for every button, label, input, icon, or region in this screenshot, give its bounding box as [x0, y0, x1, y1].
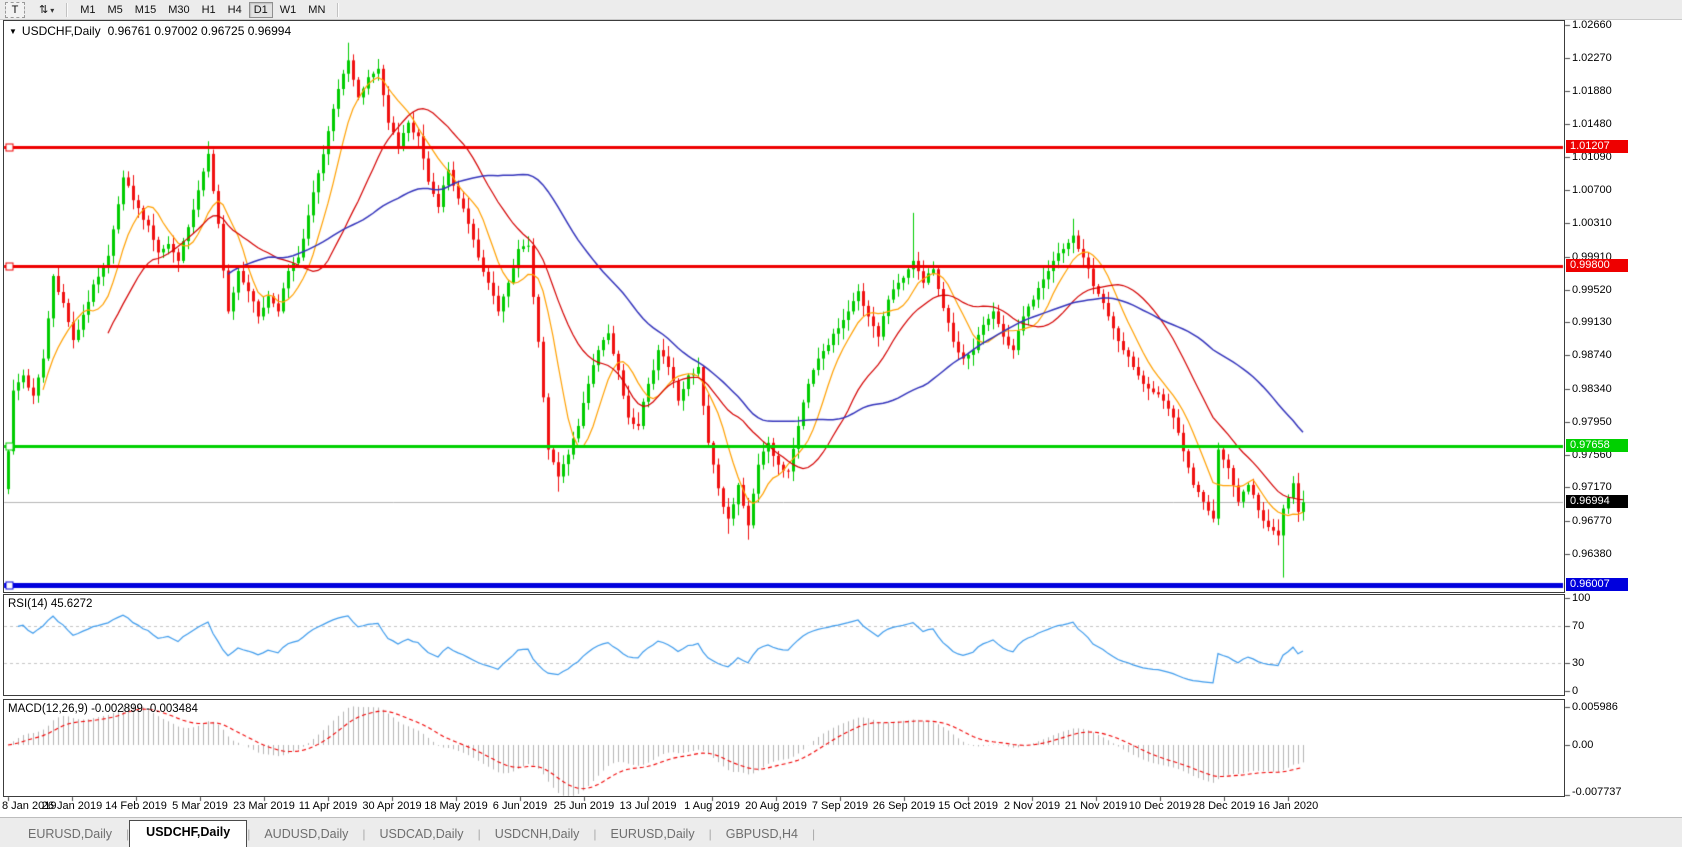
rsi-tick-label: 30: [1572, 657, 1584, 669]
current-price-badge: 0.96994: [1566, 495, 1628, 508]
price-level-badge: 1.01207: [1566, 140, 1628, 153]
price-tick-label: 0.96380: [1572, 548, 1612, 560]
macd-label: MACD(12,26,9) -0.002899 -0.003484: [8, 703, 198, 715]
price-tick-label: 1.02270: [1572, 52, 1612, 64]
macd-tick-label: 0.00: [1572, 739, 1593, 751]
date-tick-label: 14 Feb 2019: [105, 800, 167, 812]
chart-tab-5[interactable]: EURUSD,Daily: [597, 823, 709, 847]
chart-tab-4[interactable]: USDCNH,Daily: [481, 823, 594, 847]
date-tick-label: 6 Jun 2019: [493, 800, 547, 812]
price-level-badge: 0.99800: [1566, 259, 1628, 272]
chart-tab-2[interactable]: AUDUSD,Daily: [250, 823, 362, 847]
macd-tick-label: -0.007737: [1572, 786, 1622, 798]
chart-tab-3[interactable]: USDCAD,Daily: [366, 823, 478, 847]
price-level-badge: 0.97658: [1566, 439, 1628, 452]
date-tick-label: 10 Dec 2019: [1129, 800, 1191, 812]
terminal-window: T ⇅▾ M1M5M15M30H1H4D1W1MN ▼ USDCHF,Daily 0…: [0, 0, 1682, 847]
timeframe-button-w1[interactable]: W1: [275, 2, 302, 18]
text-tool-button[interactable]: T: [5, 2, 25, 18]
timeframe-button-h1[interactable]: H1: [197, 2, 221, 18]
timeframe-button-m5[interactable]: M5: [103, 2, 128, 18]
price-tick-label: 0.97170: [1572, 481, 1612, 493]
price-tick-label: 1.02660: [1572, 19, 1612, 31]
rsi-label: RSI(14) 45.6272: [8, 598, 92, 610]
date-tick-label: 13 Jul 2019: [620, 800, 677, 812]
date-tick-label: 16 Jan 2020: [1258, 800, 1319, 812]
price-tick-label: 1.01480: [1572, 118, 1612, 130]
chart-tab-1[interactable]: USDCHF,Daily: [129, 820, 247, 847]
timeframe-button-m30[interactable]: M30: [163, 2, 194, 18]
chart-ohlc-values: 0.96761 0.97002 0.96725 0.96994: [108, 24, 292, 38]
chart-tab-bar: EURUSD,Daily|USDCHF,Daily|AUDUSD,Daily|U…: [0, 817, 1682, 847]
price-level-badge: 0.96007: [1566, 578, 1628, 591]
chart-menu-icon[interactable]: ▼: [9, 27, 17, 36]
timeframe-button-m15[interactable]: M15: [130, 2, 161, 18]
sort-order-button[interactable]: ⇅▾: [34, 2, 59, 18]
date-tick-label: 11 Apr 2019: [299, 800, 358, 812]
chart-tab-0[interactable]: EURUSD,Daily: [14, 823, 126, 847]
updown-arrows-icon: ⇅: [39, 4, 48, 16]
date-tick-label: 2 Nov 2019: [1004, 800, 1060, 812]
date-tick-label: 21 Nov 2019: [1065, 800, 1127, 812]
chart-symbol-period: USDCHF,Daily: [22, 24, 101, 38]
price-tick-label: 1.00700: [1572, 184, 1612, 196]
date-tick-label: 23 Mar 2019: [233, 800, 295, 812]
toolbar: T ⇅▾ M1M5M15M30H1H4D1W1MN: [0, 0, 1682, 20]
date-tick-label: 15 Oct 2019: [938, 800, 998, 812]
chart-tab-6[interactable]: GBPUSD,H4: [712, 823, 812, 847]
chart-canvas[interactable]: [0, 0, 1682, 847]
chart-tabs: EURUSD,Daily|USDCHF,Daily|AUDUSD,Daily|U…: [14, 820, 815, 847]
date-tick-label: 20 Aug 2019: [745, 800, 807, 812]
price-tick-label: 0.97950: [1572, 416, 1612, 428]
price-tick-label: 0.99130: [1572, 316, 1612, 328]
price-tick-label: 0.98340: [1572, 383, 1612, 395]
date-tick-label: 26 Jan 2019: [42, 800, 103, 812]
rsi-tick-label: 0: [1572, 685, 1578, 697]
rsi-tick-label: 100: [1572, 592, 1590, 604]
timeframe-group: M1M5M15M30H1H4D1W1MN: [74, 2, 331, 18]
timeframe-button-m1[interactable]: M1: [75, 2, 100, 18]
price-tick-label: 0.98740: [1572, 349, 1612, 361]
date-tick-label: 28 Dec 2019: [1193, 800, 1255, 812]
price-tick-label: 0.99520: [1572, 284, 1612, 296]
toolbar-separator: [66, 3, 68, 17]
date-tick-label: 7 Sep 2019: [812, 800, 868, 812]
price-tick-label: 0.96770: [1572, 515, 1612, 527]
price-tick-label: 1.00310: [1572, 217, 1612, 229]
chart-title: ▼ USDCHF,Daily 0.96761 0.97002 0.96725 0.9…: [9, 24, 291, 38]
tab-separator: |: [812, 827, 815, 847]
macd-tick-label: 0.005986: [1572, 701, 1618, 713]
date-tick-label: 30 Apr 2019: [362, 800, 421, 812]
date-tick-label: 25 Jun 2019: [554, 800, 615, 812]
price-tick-label: 1.01880: [1572, 85, 1612, 97]
rsi-tick-label: 70: [1572, 620, 1584, 632]
date-tick-label: 1 Aug 2019: [684, 800, 740, 812]
dropdown-caret-icon: ▾: [50, 6, 54, 15]
date-tick-label: 26 Sep 2019: [873, 800, 935, 812]
timeframe-button-mn[interactable]: MN: [303, 2, 330, 18]
timeframe-button-d1[interactable]: D1: [249, 2, 273, 18]
date-tick-label: 18 May 2019: [424, 800, 488, 812]
date-tick-label: 5 Mar 2019: [172, 800, 228, 812]
toolbar-separator: [337, 3, 339, 17]
timeframe-button-h4[interactable]: H4: [223, 2, 247, 18]
